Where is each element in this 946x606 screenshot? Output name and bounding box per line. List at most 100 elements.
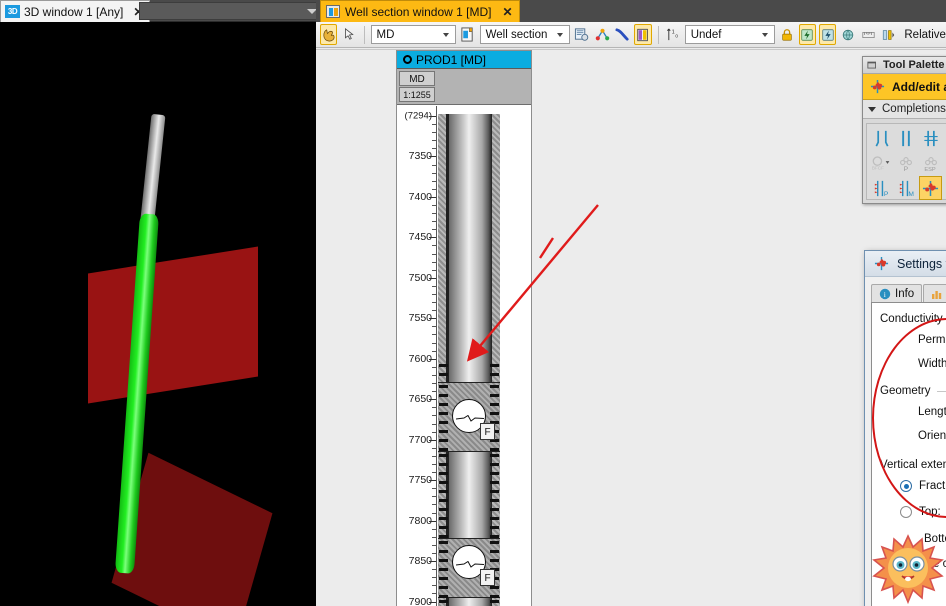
perf-p-tool[interactable]: P — [870, 176, 893, 200]
3d-view-combo[interactable] — [139, 2, 316, 20]
depth-index-icon[interactable]: 1 0 — [664, 24, 681, 45]
wellbore-upper-segment — [140, 113, 166, 225]
pan-hand-tool[interactable] — [320, 24, 338, 45]
depth-tick-minor — [432, 488, 436, 490]
tool-palette-title-bar: Tool Palette — [863, 57, 946, 74]
tab-statistics[interactable]: Statistics — [923, 284, 946, 303]
top-label: Top: — [919, 505, 941, 518]
depth-tick — [429, 116, 436, 117]
track-header: MD 1:1255 — [397, 69, 531, 105]
depth-tick-minor — [432, 423, 436, 425]
row-orientation: Orientation (deg): 0.00 — [880, 425, 946, 447]
settings-dialog-title-bar[interactable]: Settings for 'Hydr Frac 2 [Jan 01,1998]' — [865, 251, 946, 277]
perforations-left-5 — [439, 598, 448, 606]
track-scale-label[interactable]: 1:1255 — [399, 87, 435, 102]
track-plot-area[interactable]: (7294) 7350 7400 7450 7500 7550 7600 7650 7700 77… — [397, 106, 531, 606]
well-section-window-pane: Well section window 1 [MD] ✕ MD Well sec… — [316, 0, 946, 606]
template-icon[interactable] — [459, 24, 476, 45]
gravel-pack-tool[interactable] — [919, 126, 942, 150]
info-icon: i — [879, 288, 891, 300]
permeability-label: Permeability (mD): — [918, 334, 946, 346]
reference-combo[interactable]: Undef — [684, 25, 776, 44]
depth-tick-minor — [432, 342, 436, 344]
depth-tick-minor — [432, 140, 436, 142]
group-geometry-header: Geometry — [880, 385, 946, 397]
well-section-settings-icon[interactable] — [573, 24, 590, 45]
group-vertical-extent-label: Vertical extent — [880, 459, 946, 471]
hydraulic-fracture-tool[interactable] — [918, 176, 943, 200]
perforations-right-5 — [490, 598, 499, 606]
log-curve-icon[interactable] — [614, 24, 631, 45]
well-section-toolbar: MD Well section 1 0 Undef Relative — [316, 22, 946, 48]
legend-icon[interactable] — [634, 24, 652, 45]
esp-tool[interactable]: ESP — [919, 151, 942, 175]
tab-info[interactable]: i Info — [871, 284, 923, 303]
length-label: Length (ft): — [918, 406, 946, 418]
fracture-height-radio[interactable] — [900, 480, 912, 492]
depth-tick — [429, 601, 436, 603]
perforations-left-2 — [439, 383, 448, 453]
group-geometry-label: Geometry — [880, 385, 931, 397]
tool-palette-section-header[interactable]: Completions design × — [863, 100, 946, 119]
depth-tick-minor — [432, 383, 436, 385]
globe-icon[interactable] — [839, 24, 856, 45]
settings-dialog-tabs: i Info Statistics — [871, 282, 946, 303]
pin-icon[interactable] — [867, 60, 879, 71]
depth-tick-minor — [432, 302, 436, 304]
depth-tick-minor — [432, 585, 436, 587]
fracture-zone-2[interactable]: F — [438, 538, 500, 599]
lock-icon[interactable] — [778, 24, 795, 45]
colour-table-icon[interactable] — [594, 24, 611, 45]
depth-tick-minor — [432, 310, 436, 312]
flash-green-icon[interactable] — [798, 24, 816, 45]
depth-tick-minor — [432, 172, 436, 174]
perforation-tool[interactable] — [870, 126, 893, 150]
tool-palette-panel[interactable]: Tool Palette Add/edit a hydraulic fr. — [862, 56, 946, 204]
align-tracks-icon[interactable] — [880, 24, 897, 45]
depth-tick-minor — [432, 504, 436, 506]
track-title-bar[interactable]: PROD1 [MD] — [397, 51, 531, 69]
tool-palette-grid: BFCF P ESP P M — [866, 123, 946, 200]
pump-p-tool[interactable]: P — [894, 151, 917, 175]
track-column-header-md[interactable]: MD — [399, 71, 435, 86]
fracture-label-2[interactable]: F — [480, 569, 495, 586]
well-section-icon — [326, 5, 340, 18]
left-tab-bar: 3D 3D window 1 [Any] ✕ — [0, 0, 316, 22]
3d-viewport[interactable] — [0, 22, 316, 606]
close-icon[interactable]: ✕ — [503, 6, 513, 18]
perf-m-tool[interactable]: M — [894, 176, 917, 200]
depth-tick-minor — [432, 512, 436, 514]
top-radio[interactable] — [900, 505, 912, 518]
svg-text:P: P — [884, 191, 889, 198]
tool-palette-active-tool-banner[interactable]: Add/edit a hydraulic fr... — [863, 74, 946, 100]
casing-tool[interactable] — [894, 126, 917, 150]
casing-lower — [446, 598, 492, 606]
tab-3d-window[interactable]: 3D 3D window 1 [Any] ✕ — [0, 0, 151, 22]
ruler-icon[interactable] — [860, 24, 877, 45]
depth-tick-minor — [432, 391, 436, 393]
fracture-zigzag-icon — [456, 561, 484, 568]
tab-well-section-window[interactable]: Well section window 1 [MD] ✕ — [320, 0, 520, 22]
perforations-left-1 — [439, 362, 448, 382]
fracture-plane-upper — [88, 246, 258, 404]
group-conductivity: Conductivity Permeability (mD): 10000.00… — [880, 313, 946, 375]
app-root: 3D 3D window 1 [Any] ✕ Well section wind… — [0, 0, 946, 606]
depth-tick-minor — [432, 124, 436, 126]
depth-tick — [429, 237, 436, 239]
svg-text:1: 1 — [671, 30, 674, 36]
well-track[interactable]: PROD1 [MD] MD 1:1255 (7294) 7350 7400 7450 7… — [396, 50, 532, 606]
depth-tick-minor — [432, 536, 436, 538]
template-combo[interactable]: Well section — [479, 25, 571, 44]
flash-blue-icon[interactable] — [819, 24, 837, 45]
chevron-down-icon[interactable] — [868, 106, 876, 112]
tool-palette-title: Tool Palette — [883, 59, 945, 71]
bfcf-dropdown-tool[interactable]: BFCF — [870, 151, 893, 175]
depth-tick-minor — [432, 326, 436, 328]
depth-tick — [429, 399, 436, 401]
depth-tick-minor — [432, 552, 436, 554]
select-arrow-tool[interactable] — [340, 24, 357, 45]
3d-window-pane: 3D 3D window 1 [Any] ✕ — [0, 0, 316, 606]
fracture-label-1[interactable]: F — [480, 423, 495, 440]
domain-combo[interactable]: MD — [370, 25, 457, 44]
fracture-zone-1[interactable]: F — [438, 382, 500, 453]
